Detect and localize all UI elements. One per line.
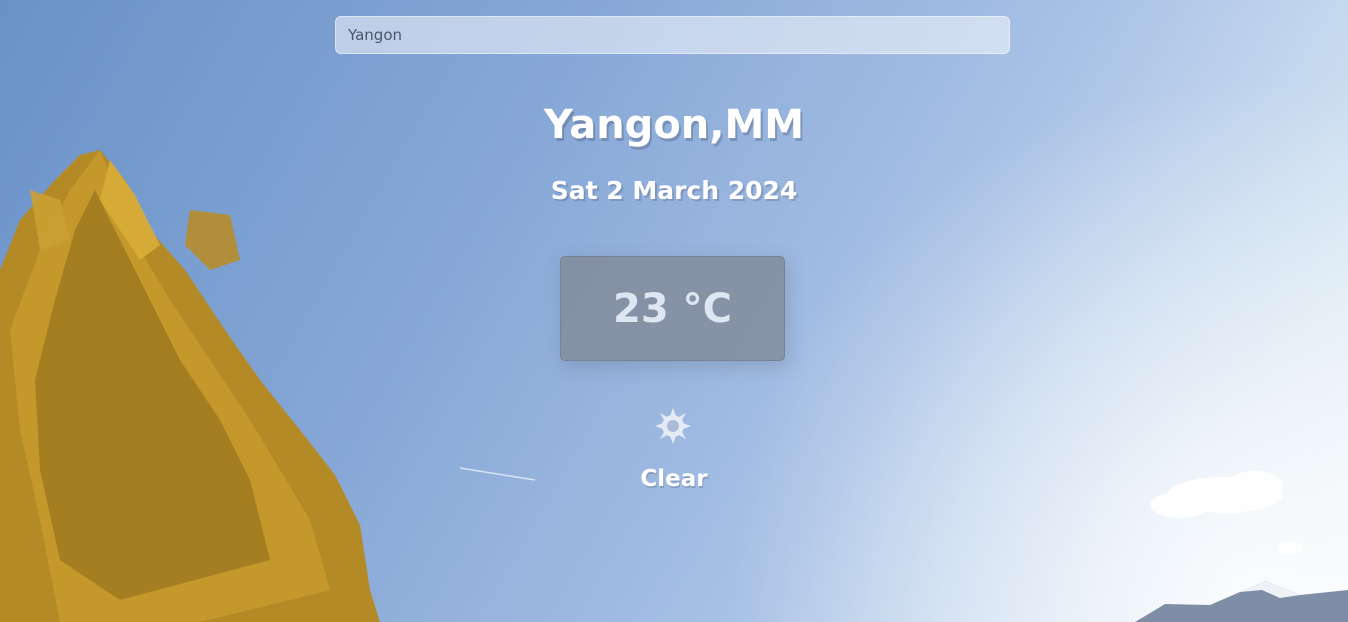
search-bar: [335, 16, 1010, 54]
sun-icon: [655, 408, 691, 444]
weather-condition: Clear: [640, 466, 708, 492]
temperature-value: 23 °C: [613, 285, 732, 332]
location-title: Yangon,MM: [543, 102, 805, 148]
search-input[interactable]: [335, 16, 1010, 54]
date-label: Sat 2 March 2024: [550, 176, 798, 205]
temperature-box: 23 °C: [560, 256, 785, 361]
